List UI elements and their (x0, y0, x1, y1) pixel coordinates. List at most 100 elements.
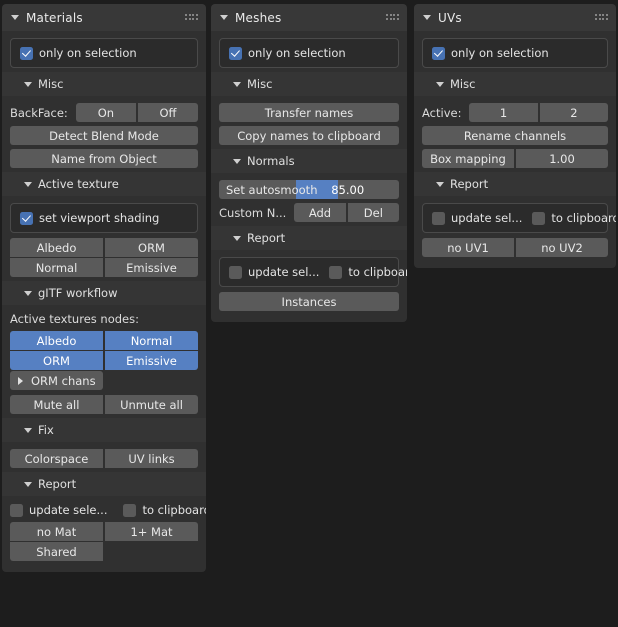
section-header-misc-meshes[interactable]: Misc (211, 72, 407, 96)
chevron-down-icon[interactable] (11, 15, 19, 20)
checkbox-unchecked-icon[interactable] (329, 265, 343, 279)
section-header-active-texture[interactable]: Active texture (2, 172, 206, 196)
panel-title: Materials (26, 10, 83, 25)
active-texture-orm-button[interactable]: ORM (105, 238, 198, 257)
only-on-selection-checkbox[interactable]: only on selection (432, 46, 549, 60)
gltf-normal-button[interactable]: Normal (105, 331, 198, 350)
no-uv2-button[interactable]: no UV2 (516, 238, 608, 257)
active-texture-emissive-button[interactable]: Emissive (105, 258, 198, 277)
section-title-gltf-workflow: gITF workflow (38, 286, 118, 300)
no-uv1-button[interactable]: no UV1 (422, 238, 514, 257)
set-viewport-shading-checkbox[interactable]: set viewport shading (20, 211, 159, 225)
colorspace-button[interactable]: Colorspace (10, 449, 103, 468)
chevron-down-icon[interactable] (436, 181, 444, 187)
set-autosmooth-row: Set autosmooth 85.00 (219, 180, 399, 199)
checkbox-checked-icon[interactable] (20, 211, 33, 225)
to-clipboard-checkbox[interactable]: to clipboard (329, 265, 407, 279)
section-header-gltf-workflow[interactable]: gITF workflow (2, 281, 206, 305)
unmute-all-button[interactable]: Unmute all (105, 395, 198, 414)
chevron-down-icon[interactable] (233, 235, 241, 241)
gltf-orm-button[interactable]: ORM (10, 351, 103, 370)
active-texture-normal-button[interactable]: Normal (10, 258, 103, 277)
to-clipboard-checkbox[interactable]: to clipboard (123, 503, 206, 517)
section-header-report-uvs[interactable]: Report (414, 172, 616, 196)
set-autosmooth-slider[interactable]: Set autosmooth 85.00 (219, 180, 399, 199)
section-header-normals[interactable]: Normals (211, 149, 407, 173)
report-uv-row: no UV1 no UV2 (422, 238, 608, 257)
only-on-selection-section: only on selection (2, 31, 206, 72)
section-header-misc[interactable]: Misc (2, 72, 206, 96)
update-selection-checkbox[interactable]: update sel... (432, 211, 522, 225)
checkbox-unchecked-icon[interactable] (432, 211, 445, 225)
chevron-down-icon[interactable] (24, 181, 32, 187)
checkbox-checked-icon[interactable] (229, 46, 242, 60)
section-header-misc-uvs[interactable]: Misc (414, 72, 616, 96)
panel-header-meshes[interactable]: Meshes (211, 4, 407, 31)
only-on-selection-checkbox[interactable]: only on selection (20, 46, 137, 60)
instances-button[interactable]: Instances (219, 292, 399, 311)
panel-header-materials[interactable]: Materials (2, 4, 206, 31)
checkbox-unchecked-icon[interactable] (229, 265, 242, 279)
section-header-fix[interactable]: Fix (2, 418, 206, 442)
chevron-down-icon[interactable] (233, 81, 241, 87)
gltf-emissive-button[interactable]: Emissive (105, 351, 198, 370)
only-on-selection-box: only on selection (10, 38, 198, 68)
chevron-down-icon[interactable] (24, 290, 32, 296)
checkbox-unchecked-icon[interactable] (532, 211, 546, 225)
no-mat-button[interactable]: no Mat (10, 522, 103, 541)
one-plus-mat-button[interactable]: 1+ Mat (105, 522, 198, 541)
only-on-selection-section-uvs: only on selection (414, 31, 616, 72)
shared-button[interactable]: Shared (10, 542, 103, 561)
transfer-names-button[interactable]: Transfer names (219, 103, 399, 122)
rename-channels-button[interactable]: Rename channels (422, 126, 608, 145)
backface-on-button[interactable]: On (75, 103, 136, 122)
detect-blend-mode-button[interactable]: Detect Blend Mode (10, 126, 198, 145)
section-header-report-materials[interactable]: Report (2, 472, 206, 496)
drag-grip-icon[interactable] (595, 14, 608, 21)
backface-off-button[interactable]: Off (137, 103, 198, 122)
name-from-object-button[interactable]: Name from Object (10, 149, 198, 168)
chevron-right-icon[interactable] (18, 376, 23, 385)
mute-all-button[interactable]: Mute all (10, 395, 103, 414)
checkbox-checked-icon[interactable] (20, 46, 33, 60)
chevron-down-icon[interactable] (24, 427, 32, 433)
gltf-row-2: ORM Emissive (10, 351, 198, 370)
checkbox-unchecked-icon[interactable] (123, 503, 137, 517)
orm-chans-label: ORM chans (31, 373, 96, 388)
chevron-down-icon[interactable] (436, 81, 444, 87)
active-uv-2-button[interactable]: 2 (539, 103, 609, 122)
section-header-report-meshes[interactable]: Report (211, 226, 407, 250)
update-selection-checkbox[interactable]: update sele... (10, 503, 107, 517)
custom-normals-del-button[interactable]: Del (347, 203, 400, 222)
drag-grip-icon[interactable] (386, 14, 399, 21)
only-on-selection-label: only on selection (39, 46, 137, 60)
chevron-down-icon[interactable] (24, 481, 32, 487)
chevron-down-icon[interactable] (24, 81, 32, 87)
fix-row: Colorspace UV links (10, 449, 198, 468)
active-uv-1-button[interactable]: 1 (469, 103, 538, 122)
only-on-selection-label: only on selection (451, 46, 549, 60)
gltf-albedo-button[interactable]: Albedo (10, 331, 103, 350)
update-selection-checkbox[interactable]: update sel... (229, 265, 319, 279)
box-mapping-value-field[interactable]: 1.00 (516, 149, 608, 168)
detect-blend-mode-row: Detect Blend Mode (10, 126, 198, 145)
only-on-selection-checkbox[interactable]: only on selection (229, 46, 346, 60)
box-mapping-button[interactable]: Box mapping (422, 149, 514, 168)
uv-links-button[interactable]: UV links (105, 449, 198, 468)
panel-header-uvs[interactable]: UVs (414, 4, 616, 31)
checkbox-unchecked-icon[interactable] (10, 503, 23, 517)
orm-chans-toggle[interactable]: ORM chans (10, 371, 103, 390)
chevron-down-icon[interactable] (233, 158, 241, 164)
chevron-down-icon[interactable] (423, 15, 431, 20)
drag-grip-icon[interactable] (185, 14, 198, 21)
chevron-down-icon[interactable] (220, 15, 228, 20)
report-checkbox-row: update sele... to clipboard (10, 503, 206, 517)
to-clipboard-checkbox[interactable]: to clipboard (532, 211, 616, 225)
section-title-misc: Misc (38, 77, 64, 91)
checkbox-checked-icon[interactable] (432, 46, 445, 60)
panel-body-materials: only on selection Misc BackFace: On Off … (2, 31, 206, 572)
active-texture-albedo-button[interactable]: Albedo (10, 238, 103, 257)
custom-normals-add-button[interactable]: Add (294, 203, 346, 222)
panel-body-uvs: only on selection Misc Active: 1 2 Renam… (414, 31, 616, 268)
copy-names-to-clipboard-button[interactable]: Copy names to clipboard (219, 126, 399, 145)
